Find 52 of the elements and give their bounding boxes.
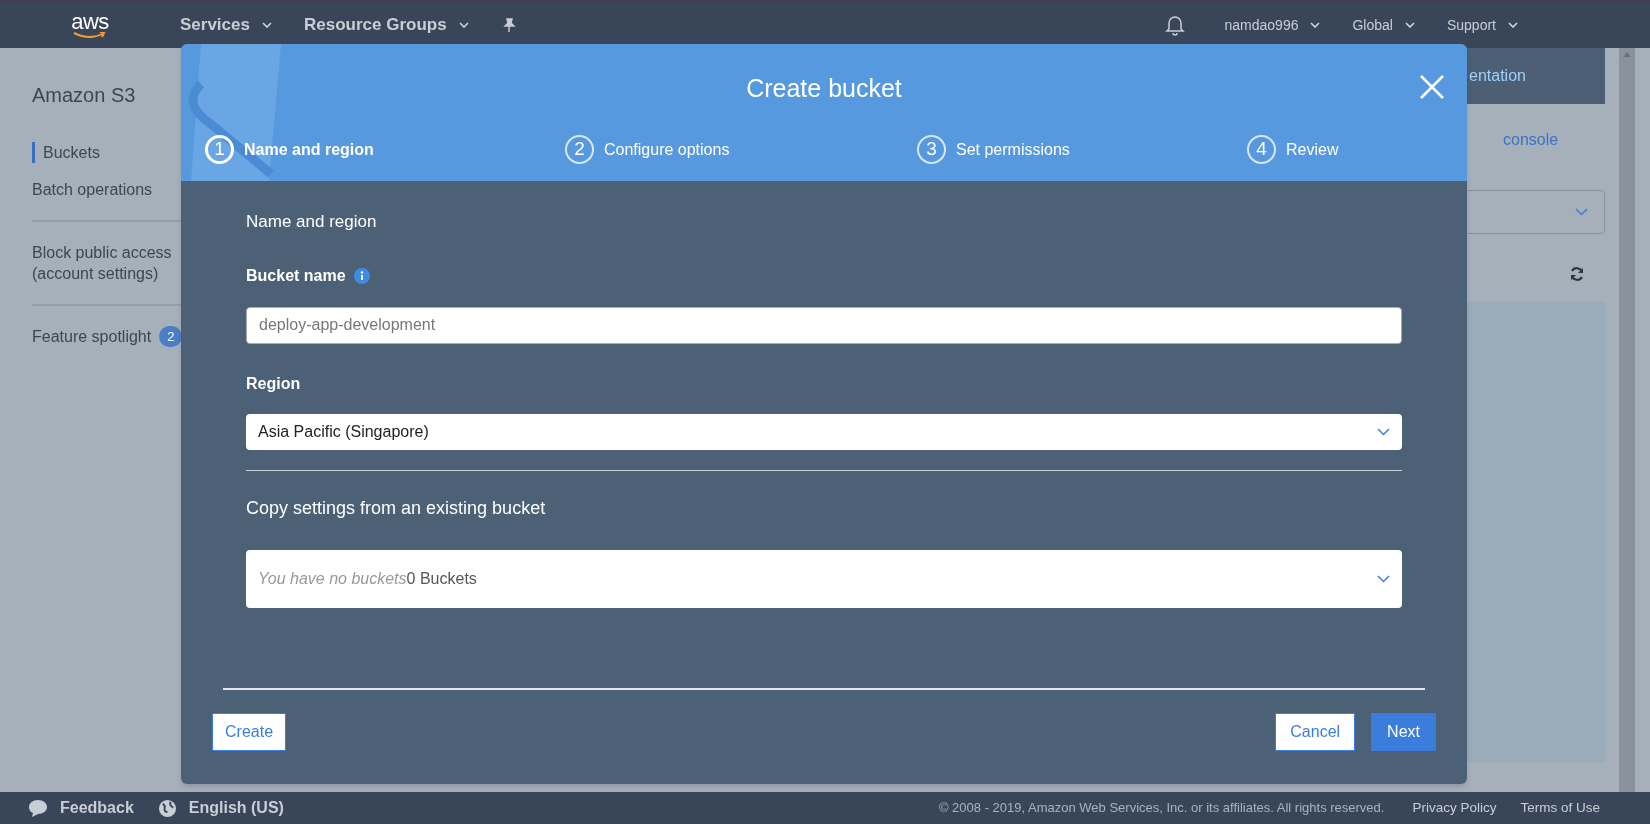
pin-icon[interactable] bbox=[500, 17, 517, 33]
bucket-name-field[interactable]: deploy-app-development bbox=[246, 306, 1402, 344]
footer-link[interactable]: Terms of Use bbox=[1520, 797, 1600, 819]
scrollbar[interactable] bbox=[1619, 48, 1635, 792]
section-title: Name and region bbox=[246, 211, 378, 233]
sidebar-item[interactable]: Feature spotlight 2 bbox=[32, 326, 192, 347]
chevron-icon bbox=[1377, 427, 1390, 436]
language-selector[interactable]: English (US) bbox=[188, 796, 284, 820]
chevron-icon bbox=[1377, 574, 1390, 583]
sidebar-title: Amazon S3 bbox=[32, 83, 137, 108]
nav-menu[interactable]: Resource Groups bbox=[303, 12, 469, 38]
nav-menu[interactable]: namdao996 bbox=[1224, 14, 1321, 36]
smile-arrow-icon bbox=[73, 31, 107, 39]
nav-menu[interactable]: Global bbox=[1352, 14, 1415, 36]
copyright-text: © 2008 - 2019, Amazon Web Services, Inc. or its affiliates. All rights reserved. bbox=[938, 799, 1385, 818]
caret-icon bbox=[261, 22, 272, 28]
cancel-button[interactable]: Cancel bbox=[1275, 712, 1356, 751]
wizard-step[interactable]: 2 Configure options bbox=[565, 135, 917, 164]
wizard-step[interactable]: 1 Name and region bbox=[205, 135, 565, 164]
close-button[interactable] bbox=[1419, 74, 1445, 100]
section-title: Copy settings from an existing bucket bbox=[246, 496, 547, 520]
caret-icon bbox=[1508, 22, 1518, 28]
nav-menu[interactable]: Support bbox=[1446, 14, 1518, 36]
count-badge: 2 bbox=[159, 326, 183, 347]
caret-icon bbox=[1310, 22, 1321, 28]
info-icon[interactable] bbox=[353, 267, 370, 284]
step-number: 1 bbox=[205, 135, 234, 164]
modal-title: Create bucket bbox=[746, 73, 902, 104]
field-label: Bucket name bbox=[246, 265, 346, 286]
footer-link[interactable]: Privacy Policy bbox=[1412, 797, 1497, 819]
step-number: 2 bbox=[565, 135, 594, 164]
nav-menu[interactable]: Services bbox=[180, 12, 272, 38]
wizard-step[interactable]: 4 Review bbox=[1247, 135, 1467, 164]
banner-text: entation bbox=[1469, 66, 1526, 86]
next-button[interactable]: Next bbox=[1371, 712, 1436, 751]
feedback-link[interactable]: Feedback bbox=[60, 796, 134, 820]
bucket-select[interactable]: You have no buckets0 Buckets bbox=[246, 549, 1402, 608]
speech-bubble-icon bbox=[28, 799, 48, 817]
step-number: 3 bbox=[917, 135, 946, 164]
refresh-icon[interactable] bbox=[1569, 266, 1585, 282]
close-icon bbox=[1419, 74, 1445, 100]
caret-icon bbox=[1404, 22, 1415, 28]
bell-icon[interactable] bbox=[1164, 14, 1185, 36]
chevron-icon bbox=[1575, 208, 1588, 216]
field-label: Region bbox=[246, 373, 302, 394]
wizard-step[interactable]: 3 Set permissions bbox=[917, 135, 1247, 164]
logo-text: aws bbox=[71, 11, 109, 32]
caret-icon bbox=[458, 22, 469, 28]
region-select[interactable]: Asia Pacific (Singapore) bbox=[246, 413, 1402, 450]
globe-icon bbox=[157, 798, 177, 818]
step-number: 4 bbox=[1247, 135, 1276, 164]
create-button[interactable]: Create bbox=[212, 712, 287, 751]
